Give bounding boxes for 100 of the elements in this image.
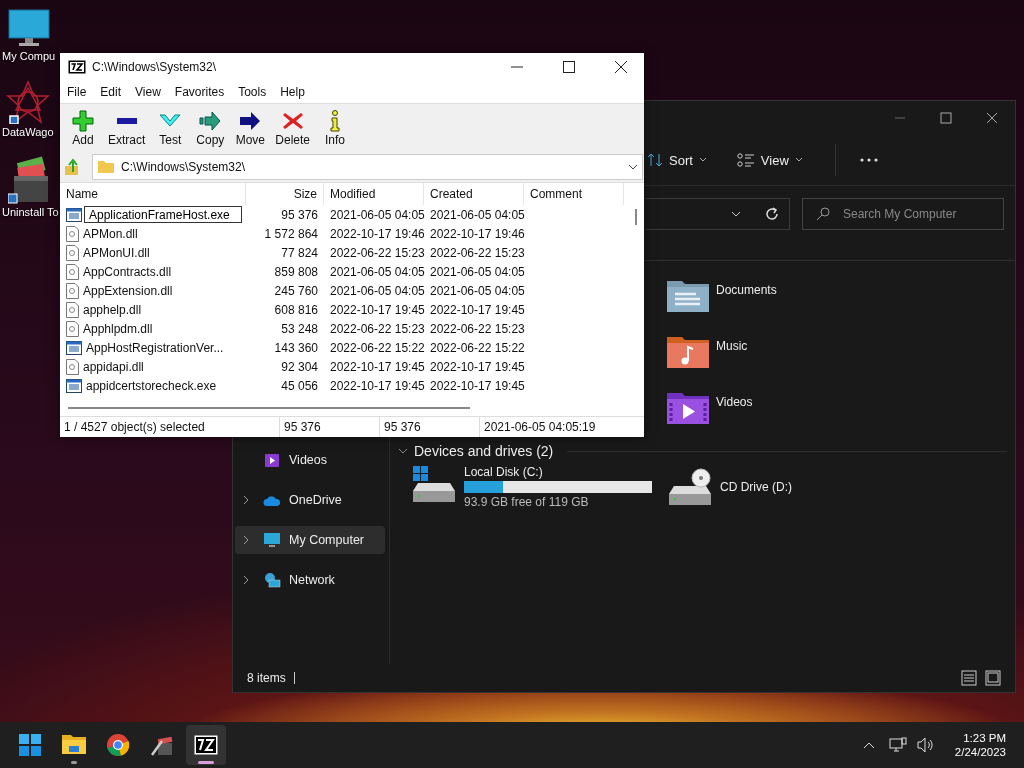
column-header[interactable]: Name [60, 183, 246, 205]
monitor-icon[interactable] [6, 8, 51, 48]
monitor-icon [263, 532, 281, 548]
toolbar-button[interactable]: Move [231, 107, 270, 149]
nav-item[interactable]: Videos [235, 446, 385, 474]
folder-icon [97, 160, 115, 174]
size-cell-text: 95 376 [280, 207, 319, 222]
details-view-icon[interactable] [961, 670, 977, 686]
toolbar-button[interactable]: Copy [191, 107, 230, 149]
column-header[interactable]: Created [424, 183, 524, 205]
section-heading[interactable]: Devices and drives (2) [414, 443, 554, 459]
clock-time[interactable]: 1:23 PM [963, 732, 1006, 744]
window-title: C:\Windows\System32\ [92, 60, 218, 74]
file-name[interactable]: Apphlpdm.dll [83, 321, 153, 336]
status-text: 95 376 [280, 417, 380, 437]
library-file-icon [66, 320, 79, 337]
scrollbar-thumb[interactable] [68, 407, 470, 409]
file-name[interactable]: APMonUI.dll [83, 245, 150, 260]
library-file-icon [66, 263, 79, 280]
date-cell-text: 2022-06-22 15:23 [429, 245, 524, 260]
cd-drive-icon[interactable] [668, 468, 712, 506]
network-icon [263, 572, 281, 588]
folder-label[interactable]: Documents [716, 279, 777, 297]
tiles-view-icon[interactable] [985, 670, 1001, 686]
running-indicator [71, 761, 77, 764]
view-button[interactable]: View [728, 146, 811, 174]
date-cell-text: 2021-06-05 04:05 [429, 283, 524, 298]
nav-item[interactable]: Network [235, 566, 385, 594]
close-icon[interactable] [986, 112, 998, 124]
desktop-icon-label[interactable]: Uninstall To [2, 206, 59, 218]
star-pattern-icon[interactable] [5, 80, 50, 124]
size-cell-text: 245 760 [273, 283, 319, 298]
hard-drive-icon[interactable] [412, 465, 456, 503]
menu-item[interactable]: Help [280, 85, 305, 99]
chevron-right-icon[interactable] [243, 575, 249, 585]
chevron-up-icon[interactable] [862, 741, 875, 749]
rename-field[interactable]: ApplicationFrameHost.exe [84, 206, 242, 223]
toolbar-button[interactable]: Delete [271, 107, 315, 149]
nav-item[interactable]: My Computer [235, 526, 385, 554]
date-cell-text: 2022-10-17 19:45 [329, 378, 424, 393]
chevron-right-icon[interactable] [243, 535, 249, 545]
close-icon[interactable] [614, 60, 628, 74]
chevron-down-icon[interactable] [731, 211, 741, 217]
file-name[interactable]: appidapi.dll [83, 359, 144, 374]
program-file-icon [66, 378, 82, 393]
taskbar-button[interactable] [186, 725, 226, 765]
toolbar-button[interactable]: Extract [104, 107, 150, 149]
folder-icon [61, 733, 87, 757]
path-field[interactable]: C:\Windows\System32\ [92, 154, 643, 180]
file-name[interactable]: APMon.dll [83, 226, 138, 241]
desktop-icon-label[interactable]: My Compu [2, 50, 56, 62]
drive-label[interactable]: Local Disk (C:) [464, 465, 652, 479]
date-cell-text: 2022-10-17 19:45 [329, 359, 424, 374]
toolbar-button[interactable]: Info [316, 107, 355, 149]
archive-app-icon [193, 733, 219, 757]
more-icon[interactable] [859, 158, 878, 162]
maximize-icon[interactable] [562, 60, 576, 74]
file-name[interactable]: apphelp.dll [83, 302, 142, 317]
plus-icon [71, 109, 95, 132]
desktop-icon-label[interactable]: DataWago [2, 126, 54, 138]
network-icon[interactable] [888, 737, 907, 753]
date-cell-text: 2021-06-05 04:05 [329, 264, 424, 279]
menu-item[interactable]: Tools [238, 85, 267, 99]
chevron-right-icon[interactable] [243, 495, 249, 505]
volume-icon[interactable] [916, 737, 935, 753]
nav-item[interactable]: OneDrive [235, 486, 385, 514]
menu-item[interactable]: Edit [100, 85, 122, 99]
library-file-icon [66, 225, 79, 242]
menu-item[interactable]: File [67, 85, 87, 99]
clock-date[interactable]: 2/24/2023 [954, 746, 1006, 758]
documents-folder-icon[interactable] [666, 279, 710, 313]
folder-label[interactable]: Videos [716, 391, 753, 409]
path-text: C:\Windows\System32\ [121, 160, 246, 174]
drive-label[interactable]: CD Drive (D:) [720, 480, 792, 494]
caret-icon [698, 157, 707, 163]
caret-icon[interactable] [628, 164, 638, 170]
music-folder-icon[interactable] [666, 335, 710, 369]
date-cell-text: 2021-06-05 04:05 [329, 283, 424, 298]
file-name[interactable]: AppExtension.dll [83, 283, 173, 298]
video-folder-icon[interactable] [666, 391, 710, 425]
file-name[interactable]: AppHostRegistrationVer... [86, 340, 224, 355]
search-field[interactable]: Search My Computer [802, 198, 1004, 230]
chevron-down-icon[interactable] [398, 448, 408, 454]
file-name[interactable]: AppContracts.dll [83, 264, 172, 279]
minus-icon [114, 116, 139, 125]
column-header[interactable]: Modified [324, 183, 424, 205]
browser-icon [105, 733, 131, 757]
column-header[interactable]: Size [246, 183, 324, 205]
file-name[interactable]: appidcertstorecheck.exe [86, 378, 217, 393]
refresh-icon[interactable] [765, 207, 779, 221]
sort-button[interactable]: Sort [646, 146, 715, 174]
column-header[interactable]: Comment [524, 183, 624, 205]
folder-label[interactable]: Music [716, 335, 748, 353]
toolbar-button[interactable]: Test [151, 107, 190, 149]
size-cell-text: 77 824 [280, 245, 319, 260]
menu-item[interactable]: Favorites [174, 85, 225, 99]
menu-item[interactable]: View [135, 85, 161, 99]
sort-icon [647, 152, 663, 168]
scrollbar-thumb[interactable] [635, 209, 637, 225]
toolbar-button[interactable]: Add [64, 107, 102, 149]
